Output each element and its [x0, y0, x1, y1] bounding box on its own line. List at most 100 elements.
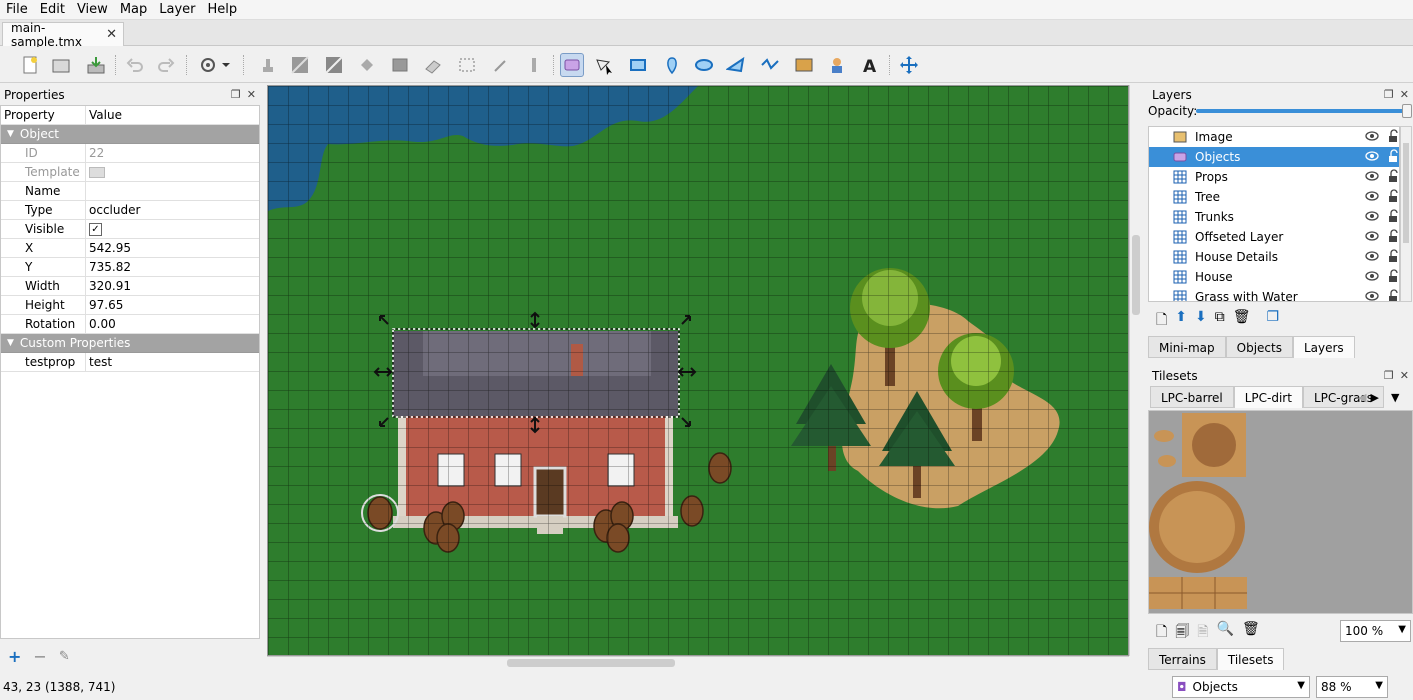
insert-template-icon[interactable]: [825, 53, 849, 77]
layer-item[interactable]: Objects: [1149, 147, 1399, 167]
visibility-eye-icon[interactable]: [1365, 170, 1379, 185]
visibility-eye-icon[interactable]: [1365, 190, 1379, 205]
visible-checkbox[interactable]: ✓: [89, 222, 102, 236]
current-layer-combo[interactable]: ◘ Objects ▼: [1172, 676, 1310, 698]
menu-map[interactable]: Map: [114, 0, 153, 20]
close-panel-icon[interactable]: ✕: [1400, 88, 1409, 101]
tab-lpc-dirt[interactable]: LPC-dirt: [1233, 386, 1303, 408]
stamp-brush-icon[interactable]: [256, 53, 280, 77]
lock-icon[interactable]: [1387, 249, 1399, 266]
tab-layers[interactable]: Layers: [1292, 336, 1355, 358]
new-layer-icon[interactable]: 🗋: [1156, 309, 1167, 333]
layer-item[interactable]: Grass with Water: [1149, 287, 1399, 301]
tileset-view[interactable]: [1148, 410, 1413, 614]
property-row[interactable]: Template: [1, 163, 259, 182]
lock-icon[interactable]: [1387, 269, 1399, 286]
property-row[interactable]: Y 735.82: [1, 258, 259, 277]
property-row[interactable]: ID 22: [1, 144, 259, 163]
property-value[interactable]: 0.00: [86, 317, 116, 331]
layer-item[interactable]: Trunks: [1149, 207, 1399, 227]
new-tileset-icon[interactable]: 🗋: [1156, 621, 1167, 645]
property-value[interactable]: [89, 166, 105, 178]
insert-polygon-icon[interactable]: [724, 53, 748, 77]
property-value[interactable]: 542.95: [86, 241, 131, 255]
lock-icon[interactable]: [1387, 229, 1399, 246]
raise-layer-icon[interactable]: ⬆: [1175, 309, 1187, 333]
lock-icon[interactable]: [1387, 129, 1399, 146]
same-tile-select-icon[interactable]: [522, 53, 546, 77]
property-row[interactable]: Name: [1, 182, 259, 201]
undo-icon[interactable]: [123, 53, 147, 77]
insert-polyline-icon[interactable]: [758, 53, 782, 77]
map-canvas[interactable]: [267, 85, 1129, 656]
visibility-eye-icon[interactable]: [1365, 270, 1379, 285]
duplicate-layer-icon[interactable]: ⧉: [1215, 309, 1225, 333]
new-map-icon[interactable]: [18, 53, 42, 77]
scroll-right-icon[interactable]: ▶: [1370, 391, 1378, 404]
property-row[interactable]: Visible ✓: [1, 220, 259, 239]
property-value[interactable]: occluder: [86, 203, 140, 217]
layer-item[interactable]: House Details: [1149, 247, 1399, 267]
visibility-eye-icon[interactable]: [1365, 230, 1379, 245]
rect-select-icon[interactable]: [455, 53, 479, 77]
save-icon[interactable]: [84, 53, 108, 77]
scrollbar-thumb[interactable]: [507, 659, 675, 667]
menu-layer[interactable]: Layer: [153, 0, 201, 20]
object-group-row[interactable]: ▼ Object: [1, 125, 259, 144]
float-panel-icon[interactable]: ❐: [1384, 369, 1394, 382]
opacity-slider[interactable]: [1196, 104, 1412, 118]
scrollbar-thumb[interactable]: [1132, 235, 1140, 315]
insert-tile-icon[interactable]: [792, 53, 816, 77]
close-tab-icon[interactable]: ✕: [106, 27, 117, 42]
tileset-zoom-combo[interactable]: 100 % ▼: [1340, 620, 1411, 642]
chevron-down-icon[interactable]: [219, 53, 233, 77]
eraser-icon[interactable]: [421, 53, 445, 77]
open-file-icon[interactable]: [49, 53, 73, 77]
property-row[interactable]: Rotation 0.00: [1, 315, 259, 334]
tab-tilesets[interactable]: Tilesets: [1216, 648, 1285, 670]
toggle-other-layers-icon[interactable]: ❐: [1267, 309, 1280, 333]
property-row[interactable]: testprop test: [1, 353, 259, 372]
add-property-icon[interactable]: +: [8, 647, 21, 666]
visibility-eye-icon[interactable]: [1365, 150, 1379, 165]
insert-point-icon[interactable]: [660, 53, 684, 77]
menu-file[interactable]: File: [0, 0, 34, 20]
canvas-vertical-scrollbar[interactable]: [1129, 85, 1142, 656]
lock-icon[interactable]: [1387, 209, 1399, 226]
menu-view[interactable]: View: [71, 0, 114, 20]
scrollbar-thumb[interactable]: [1403, 143, 1409, 243]
insert-ellipse-icon[interactable]: [692, 53, 716, 77]
tab-minimap[interactable]: Mini-map: [1148, 336, 1226, 358]
collapse-icon[interactable]: ▼: [7, 338, 14, 348]
edit-tileset-icon[interactable]: 🔍: [1217, 621, 1234, 645]
terrain-brush-icon[interactable]: [288, 53, 312, 77]
property-row[interactable]: X 542.95: [1, 239, 259, 258]
visibility-eye-icon[interactable]: [1365, 130, 1379, 145]
opacity-slider-handle[interactable]: [1402, 104, 1412, 118]
property-row[interactable]: Height 97.65: [1, 296, 259, 315]
visibility-eye-icon[interactable]: [1365, 250, 1379, 265]
delete-layer-icon[interactable]: 🗑: [1233, 309, 1251, 333]
remove-tileset-icon[interactable]: 🗑: [1242, 621, 1260, 645]
rename-property-icon[interactable]: ✎: [59, 649, 70, 664]
tab-objects[interactable]: Objects: [1225, 336, 1293, 358]
lock-icon[interactable]: [1387, 149, 1399, 166]
visibility-eye-icon[interactable]: [1365, 210, 1379, 225]
bucket-fill-icon[interactable]: [355, 53, 379, 77]
lock-icon[interactable]: [1387, 289, 1399, 301]
shape-fill-icon[interactable]: [388, 53, 412, 77]
visibility-eye-icon[interactable]: [1365, 290, 1379, 301]
lower-layer-icon[interactable]: ⬇: [1195, 309, 1207, 333]
scroll-left-icon[interactable]: ◀: [1358, 391, 1366, 404]
move-icon[interactable]: [897, 53, 921, 77]
layer-item[interactable]: Image: [1149, 127, 1399, 147]
layer-item[interactable]: Offseted Layer: [1149, 227, 1399, 247]
lock-icon[interactable]: [1387, 169, 1399, 186]
property-value[interactable]: test: [86, 355, 112, 369]
tileset-menu-icon[interactable]: ▼: [1391, 391, 1399, 404]
select-objects-icon[interactable]: [560, 53, 584, 77]
insert-text-icon[interactable]: A: [857, 53, 881, 77]
layer-item[interactable]: Tree: [1149, 187, 1399, 207]
menu-edit[interactable]: Edit: [34, 0, 71, 20]
lock-icon[interactable]: [1387, 189, 1399, 206]
